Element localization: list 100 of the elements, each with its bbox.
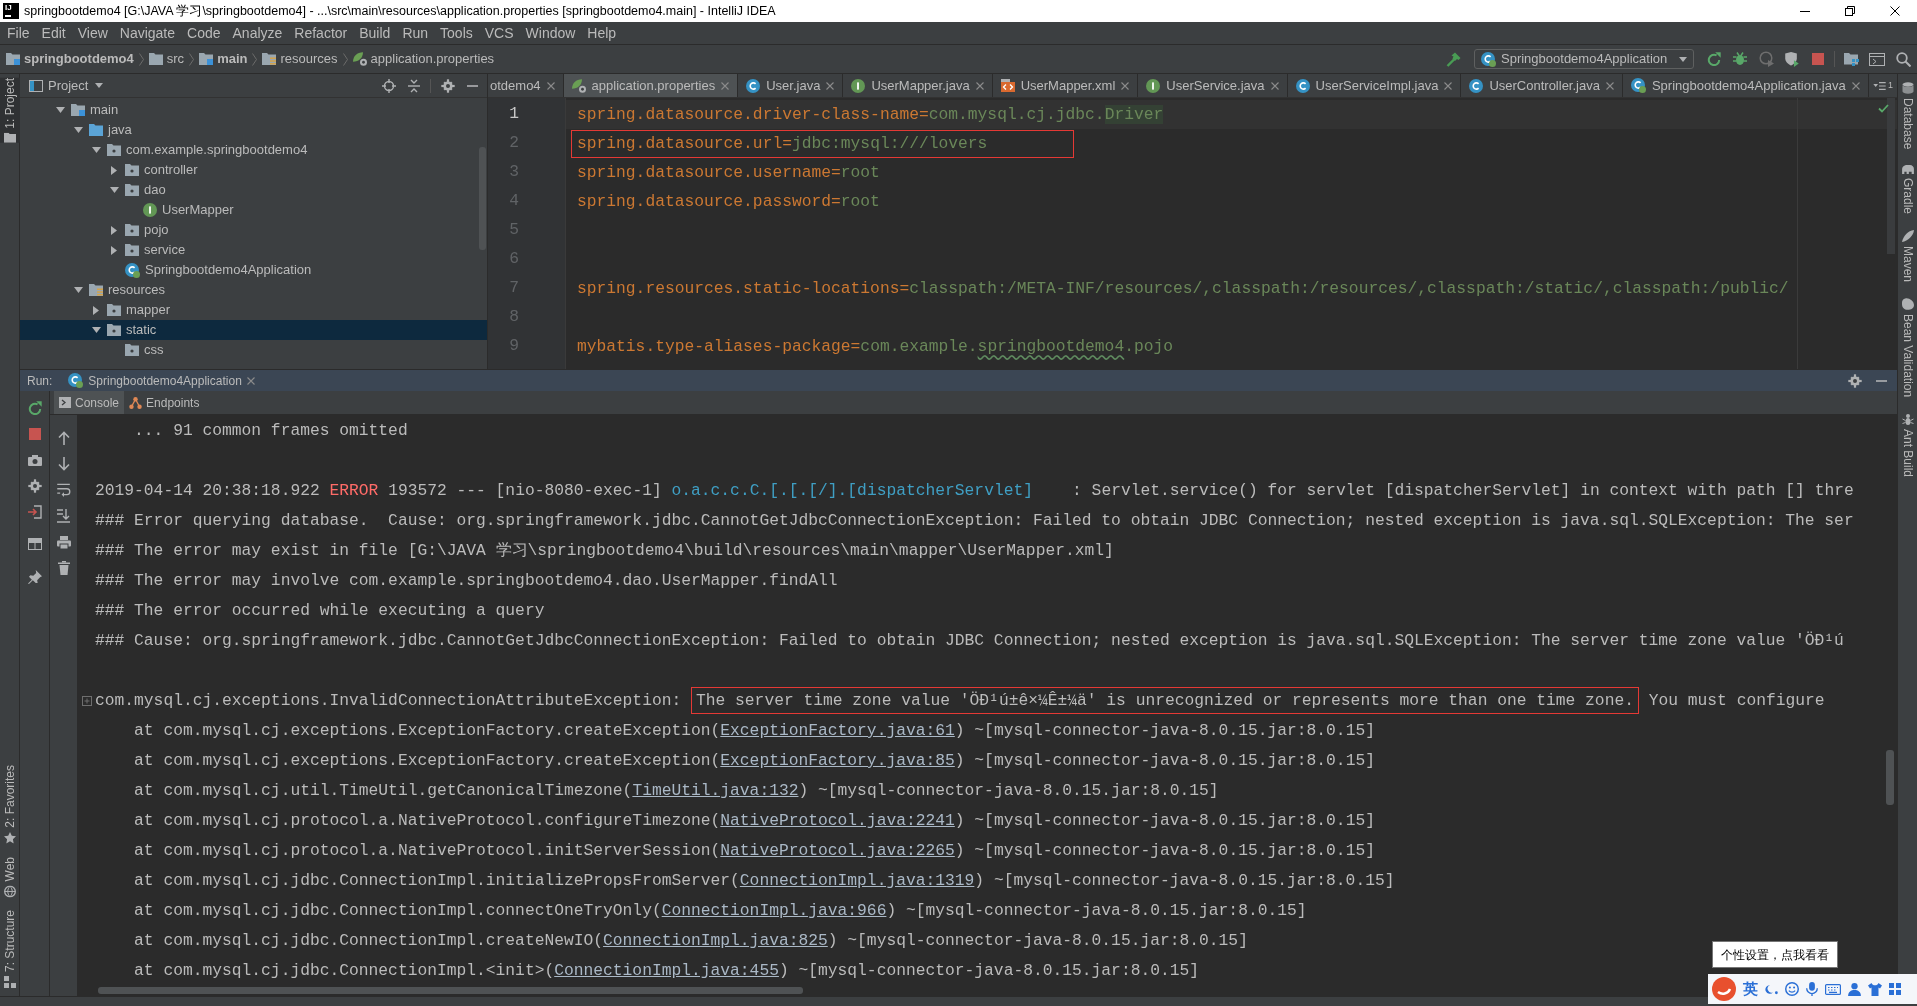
menu-item[interactable]: File <box>1 22 36 44</box>
tool-window-button[interactable]: 7: Structure <box>0 909 20 988</box>
pin-icon[interactable] <box>27 570 42 584</box>
console-tab[interactable]: Endpoints <box>124 391 205 414</box>
input-mode-toggle[interactable]: 英 <box>1743 977 1758 1001</box>
source-link[interactable]: ConnectionImpl.java:825 <box>603 931 828 950</box>
tree-item[interactable]: UserMapper <box>126 200 240 220</box>
smiley-icon[interactable] <box>1785 982 1799 996</box>
menu-item[interactable]: Navigate <box>113 22 182 44</box>
tree-item[interactable]: static <box>20 320 487 340</box>
editor-tab[interactable]: Springbootdemo4Application.java <box>1622 74 1869 97</box>
menu-item[interactable]: Edit <box>35 22 72 44</box>
tool-window-button[interactable]: Database <box>1897 82 1917 150</box>
source-link[interactable]: ConnectionImpl.java:966 <box>661 901 887 920</box>
rerun-icon[interactable] <box>27 401 42 415</box>
tool-window-button[interactable]: Web <box>0 856 20 897</box>
settings-icon[interactable] <box>440 78 455 93</box>
tree-item[interactable]: main <box>54 100 125 120</box>
breadcrumb-item[interactable]: main <box>199 49 248 69</box>
editor-tab[interactable]: UserServiceImpl.java <box>1287 74 1462 97</box>
bug-icon[interactable] <box>1733 52 1747 66</box>
view-selector-dropdown[interactable]: Project <box>29 75 104 96</box>
microphone-icon[interactable] <box>1806 982 1818 996</box>
window-icon[interactable] <box>1869 52 1885 66</box>
settings-icon[interactable] <box>1847 373 1862 388</box>
source-link[interactable]: ExceptionFactory.java:85 <box>720 751 955 770</box>
tool-window-button[interactable]: 2: Favorites <box>0 764 20 844</box>
menu-item[interactable]: Run <box>396 22 435 44</box>
hammer-icon[interactable] <box>1445 51 1461 67</box>
editor-tab[interactable]: UserController.java <box>1461 74 1623 97</box>
hide-icon[interactable] <box>467 84 478 87</box>
tree-item[interactable]: resources <box>72 280 172 300</box>
caret-down-icon[interactable] <box>91 147 101 153</box>
gear-icon[interactable] <box>27 479 42 493</box>
source-link[interactable]: NativeProtocol.java:2241 <box>720 811 955 830</box>
collapse-all-icon[interactable] <box>407 78 420 93</box>
source-link[interactable]: ConnectionImpl.java:455 <box>554 961 779 980</box>
trash-icon[interactable] <box>57 561 70 575</box>
tree-item[interactable]: mapper <box>90 300 177 320</box>
editor-tab[interactable]: User.java <box>738 74 844 97</box>
user-icon[interactable] <box>1848 982 1861 996</box>
editor-tab[interactable]: UserMapper.java <box>843 74 993 97</box>
tree-item[interactable]: dao <box>108 180 172 200</box>
tree-item[interactable]: Springbootdemo4Application <box>108 260 318 280</box>
arrow-down-icon[interactable] <box>57 457 70 471</box>
caret-down-icon[interactable] <box>91 327 101 333</box>
exit-icon[interactable] <box>27 505 42 519</box>
breadcrumb-item[interactable]: src <box>148 49 185 69</box>
plus-box-icon[interactable] <box>82 696 92 706</box>
crosshair-icon[interactable] <box>381 78 396 93</box>
shirt-icon[interactable] <box>1868 982 1882 996</box>
menu-item[interactable]: Tools <box>434 22 479 44</box>
search-icon[interactable] <box>1895 51 1911 67</box>
caret-down-icon[interactable] <box>55 107 65 113</box>
tab-overflow-button[interactable]: 1 <box>1869 74 1897 97</box>
scrollbar-thumb[interactable] <box>1886 750 1894 805</box>
menu-item[interactable]: Help <box>581 22 623 44</box>
menu-item[interactable]: Build <box>353 22 397 44</box>
tree-item[interactable]: java <box>72 120 138 140</box>
caret-down-icon[interactable] <box>73 287 83 293</box>
tree-item[interactable]: css <box>108 340 170 360</box>
run-tab[interactable]: Springbootdemo4Application <box>62 370 261 391</box>
moon-icon[interactable] <box>1765 983 1778 995</box>
printer-icon[interactable] <box>56 535 71 549</box>
menu-item[interactable]: Analyze <box>226 22 289 44</box>
caret-right-icon[interactable] <box>111 245 117 255</box>
console-tab[interactable]: Console <box>54 391 125 414</box>
editor-tab[interactable]: UserMapper.xml <box>992 74 1139 97</box>
caret-right-icon[interactable] <box>111 165 117 175</box>
source-link[interactable]: ConnectionImpl.java:1319 <box>739 871 975 890</box>
shield-icon[interactable] <box>1785 51 1799 67</box>
ime-logo-icon[interactable] <box>1712 977 1736 1001</box>
menu-item[interactable]: Refactor <box>288 22 354 44</box>
close-icon[interactable] <box>1889 6 1900 16</box>
hide-icon[interactable] <box>1876 379 1887 382</box>
stop-icon[interactable] <box>28 428 41 440</box>
caret-down-icon[interactable] <box>73 127 83 133</box>
keyboard-icon[interactable] <box>1825 983 1841 995</box>
tree-item[interactable]: com.example.springbootdemo4 <box>90 140 314 160</box>
breadcrumb-item[interactable]: springbootdemo4 <box>6 49 134 69</box>
camera-icon[interactable] <box>27 454 42 466</box>
breadcrumb-item[interactable]: resources <box>262 49 338 69</box>
editor-tab[interactable]: application.properties <box>563 74 739 97</box>
source-link[interactable]: ExceptionFactory.java:61 <box>720 721 955 740</box>
menu-item[interactable]: VCS <box>478 22 520 44</box>
restore-icon[interactable] <box>1844 6 1855 16</box>
source-link[interactable]: NativeProtocol.java:2265 <box>720 841 955 860</box>
scrollbar-thumb[interactable] <box>98 987 803 994</box>
arrow-up-icon[interactable] <box>57 431 70 445</box>
caret-right-icon[interactable] <box>111 225 117 235</box>
menu-item[interactable]: Code <box>181 22 227 44</box>
breadcrumb-item[interactable]: application.properties <box>352 49 495 69</box>
minimize-icon[interactable] <box>1799 10 1810 12</box>
caret-down-icon[interactable] <box>109 187 119 193</box>
tool-window-button[interactable]: Maven <box>1897 230 1917 283</box>
layout-icon[interactable] <box>27 538 42 550</box>
tree-item[interactable]: pojo <box>108 220 175 240</box>
folder-grid-icon[interactable] <box>1843 52 1859 66</box>
scrollbar-thumb[interactable] <box>1887 98 1895 254</box>
tool-window-button[interactable]: Ant Build <box>1897 413 1917 477</box>
